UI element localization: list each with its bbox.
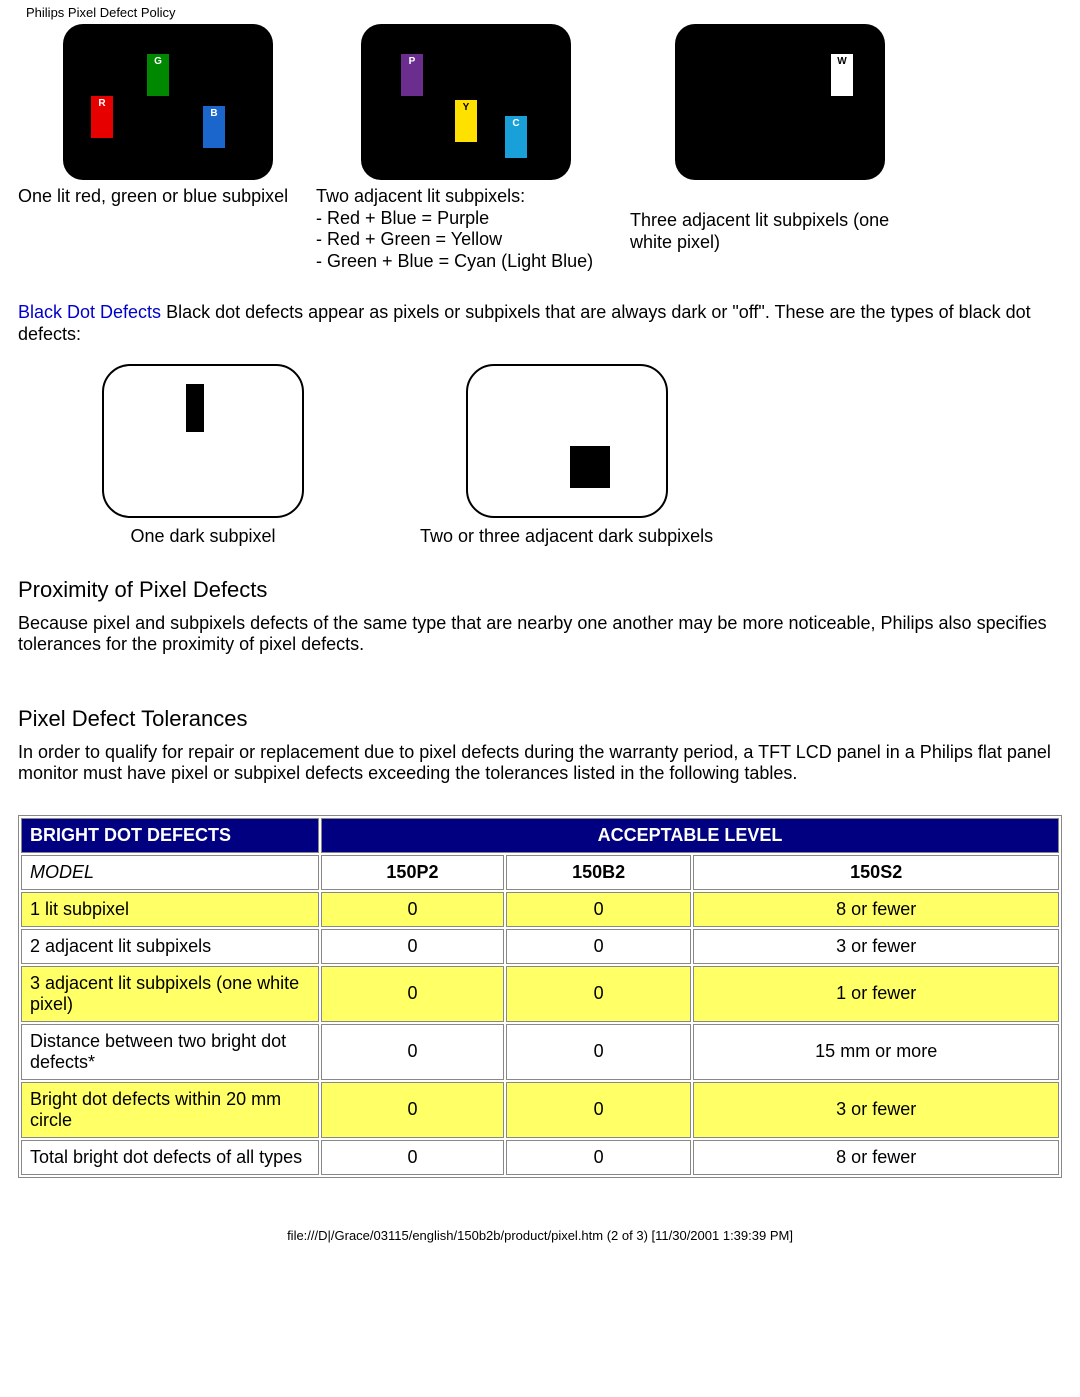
- dark-col-1b: Two or three adjacent dark subpixels: [420, 364, 713, 547]
- row-label: Distance between two bright dot defects*: [21, 1024, 319, 1080]
- page-footer: file:///D|/Grace/03115/english/150b2b/pr…: [18, 1228, 1062, 1243]
- subpixel-purple: P: [401, 54, 423, 96]
- row-value: 0: [321, 966, 504, 1022]
- row-value: 1 or fewer: [693, 966, 1059, 1022]
- row-value: 0: [506, 929, 691, 964]
- tolerance-table: BRIGHT DOT DEFECTS ACCEPTABLE LEVEL MODE…: [18, 815, 1062, 1178]
- table-row: 3 adjacent lit subpixels (one white pixe…: [21, 966, 1059, 1022]
- table-row: Total bright dot defects of all types008…: [21, 1140, 1059, 1175]
- black-dot-paragraph: Black Dot Defects Black dot defects appe…: [18, 302, 1062, 345]
- tolerances-heading: Pixel Defect Tolerances: [18, 706, 1062, 732]
- table-header-row: BRIGHT DOT DEFECTS ACCEPTABLE LEVEL: [21, 818, 1059, 853]
- black-dot-text: Black dot defects appear as pixels or su…: [18, 302, 1031, 344]
- dark-caption-0: One dark subpixel: [130, 526, 275, 547]
- row-value: 8 or fewer: [693, 1140, 1059, 1175]
- page-header: Philips Pixel Defect Policy: [26, 5, 1062, 20]
- table-row: 2 adjacent lit subpixels003 or fewer: [21, 929, 1059, 964]
- row-value: 0: [506, 1140, 691, 1175]
- row-value: 15 mm or more: [693, 1024, 1059, 1080]
- illustration-white: W: [675, 24, 885, 180]
- dark-subpixel-multi: [570, 446, 610, 488]
- illustration-dark-2: [466, 364, 668, 518]
- proximity-text: Because pixel and subpixels defects of t…: [18, 613, 1062, 656]
- row-label: Bright dot defects within 20 mm circle: [21, 1082, 319, 1138]
- row-value: 0: [506, 1082, 691, 1138]
- tolerances-text: In order to qualify for repair or replac…: [18, 742, 1062, 785]
- proximity-heading: Proximity of Pixel Defects: [18, 577, 1062, 603]
- illustration-rgb: R G B: [63, 24, 273, 180]
- row-value: 3 or fewer: [693, 1082, 1059, 1138]
- header-bright-dot: BRIGHT DOT DEFECTS: [21, 818, 319, 853]
- lit-col-2: W Three adjacent lit subpixels (one whit…: [630, 24, 902, 272]
- subpixel-yellow: Y: [455, 100, 477, 142]
- table-row: Distance between two bright dot defects*…: [21, 1024, 1059, 1080]
- subpixel-blue: B: [203, 106, 225, 148]
- model-0: 150P2: [321, 855, 504, 890]
- lit-caption-1: Two adjacent lit subpixels: - Red + Blue…: [316, 186, 604, 272]
- dark-subpixel-single: [186, 384, 204, 432]
- lit-col-1: P Y C Two adjacent lit subpixels: - Red …: [316, 24, 604, 272]
- table-model-row: MODEL 150P2 150B2 150S2: [21, 855, 1059, 890]
- subpixel-red: R: [91, 96, 113, 138]
- subpixel-green: G: [147, 54, 169, 96]
- illustration-dark-1: [102, 364, 304, 518]
- row-value: 0: [321, 1082, 504, 1138]
- black-dot-heading: Black Dot Defects: [18, 302, 161, 322]
- row-label: 3 adjacent lit subpixels (one white pixe…: [21, 966, 319, 1022]
- row-value: 0: [321, 892, 504, 927]
- row-value: 0: [321, 1140, 504, 1175]
- dark-caption-1: Two or three adjacent dark subpixels: [420, 526, 713, 547]
- row-value: 3 or fewer: [693, 929, 1059, 964]
- subpixel-cyan: C: [505, 116, 527, 158]
- row-value: 0: [506, 892, 691, 927]
- table-row: 1 lit subpixel008 or fewer: [21, 892, 1059, 927]
- dark-subpixel-row: One dark subpixel Two or three adjacent …: [18, 364, 1062, 547]
- row-value: 0: [506, 1024, 691, 1080]
- model-2: 150S2: [693, 855, 1059, 890]
- row-value: 0: [321, 929, 504, 964]
- row-label: 1 lit subpixel: [21, 892, 319, 927]
- model-label: MODEL: [21, 855, 319, 890]
- row-value: 0: [321, 1024, 504, 1080]
- row-value: 8 or fewer: [693, 892, 1059, 927]
- lit-caption-2: Three adjacent lit subpixels (one white …: [630, 210, 902, 253]
- model-1: 150B2: [506, 855, 691, 890]
- illustration-pyc: P Y C: [361, 24, 571, 180]
- row-label: Total bright dot defects of all types: [21, 1140, 319, 1175]
- row-value: 0: [506, 966, 691, 1022]
- dark-col-0: One dark subpixel: [102, 364, 304, 547]
- subpixel-white: W: [831, 54, 853, 96]
- lit-subpixel-row: R G B One lit red, green or blue subpixe…: [18, 24, 1062, 272]
- lit-caption-0: One lit red, green or blue subpixel: [18, 186, 290, 208]
- row-label: 2 adjacent lit subpixels: [21, 929, 319, 964]
- lit-col-0: R G B One lit red, green or blue subpixe…: [18, 24, 290, 272]
- header-acceptable: ACCEPTABLE LEVEL: [321, 818, 1059, 853]
- table-row: Bright dot defects within 20 mm circle00…: [21, 1082, 1059, 1138]
